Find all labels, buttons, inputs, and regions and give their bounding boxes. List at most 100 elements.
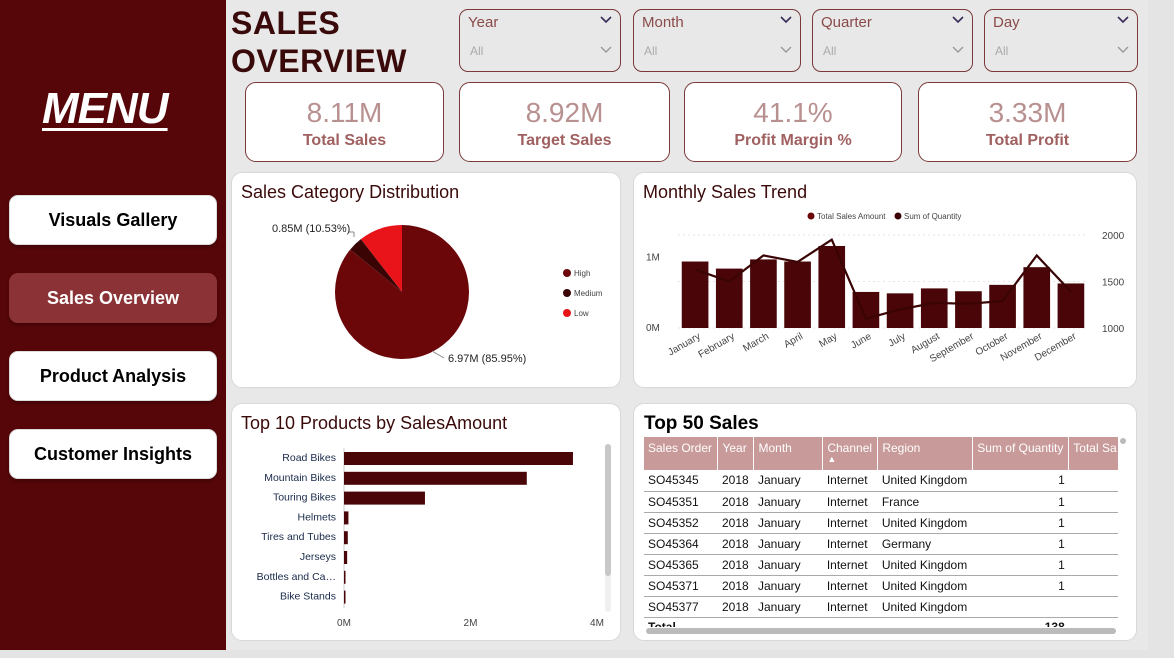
- y-tick-label: Helmets: [297, 511, 336, 523]
- y2-tick-label: 2000: [1102, 231, 1125, 242]
- table-cell: SO45377: [644, 596, 718, 618]
- table-cell: 1: [972, 575, 1069, 597]
- table-cell: January: [753, 470, 823, 492]
- table-cell: Internet: [822, 554, 878, 576]
- kpi-value: 41.1%: [753, 97, 833, 128]
- sales-overview-button[interactable]: Sales Overview: [9, 273, 217, 323]
- trend-bar: [886, 293, 914, 328]
- table-cell: January: [753, 575, 823, 597]
- table-cell: 1: [972, 533, 1069, 555]
- scroll-indicator[interactable]: [1120, 438, 1126, 444]
- quarter-slicer[interactable]: Quarter All: [812, 9, 973, 72]
- chevron-down-icon[interactable]: [1117, 44, 1129, 56]
- table-cell: Internet: [822, 596, 878, 618]
- table-cell: [1068, 596, 1118, 618]
- trend-bar: [989, 284, 1016, 328]
- table-cell: 2018: [717, 596, 754, 618]
- legend-label: Low: [574, 309, 589, 318]
- day-slicer[interactable]: Day All: [984, 9, 1138, 72]
- trend-bar: [818, 245, 846, 328]
- x-tick-label: July: [887, 331, 908, 349]
- year-slicer[interactable]: Year All: [459, 9, 621, 72]
- day-slicer-label: Day: [993, 14, 1020, 31]
- table-row[interactable]: SO45365 2018 January Internet United Kingdom…: [644, 554, 1118, 576]
- y2-tick-label: 1500: [1102, 278, 1125, 289]
- product-analysis-button[interactable]: Product Analysis: [9, 351, 217, 401]
- kpi-value: 3.33M: [988, 97, 1067, 128]
- sort-ascending-icon: ▲: [827, 454, 837, 464]
- y-tick-label: 1M: [646, 252, 660, 263]
- table-row[interactable]: SO45345 2018 January Internet United Kingdom…: [644, 470, 1118, 492]
- top-sales-table-panel: Top 50 Sales Sales Order Year Month Chan…: [633, 403, 1137, 641]
- table-cell: SO45352: [644, 512, 718, 534]
- table-cell: SO45351: [644, 491, 718, 513]
- table-cell: United Kingdom: [877, 554, 973, 576]
- page-title-line2: OVERVIEW: [231, 43, 407, 79]
- kpi-label: Profit Margin %: [734, 132, 852, 149]
- year-slicer-value: All: [470, 44, 484, 58]
- chevron-down-icon[interactable]: [952, 14, 964, 26]
- legend-marker: [894, 212, 902, 220]
- table-cell: January: [753, 596, 823, 618]
- trend-bar: [681, 261, 709, 328]
- column-header[interactable]: Sum of Quantity: [972, 437, 1070, 470]
- product-bar: [344, 531, 348, 545]
- chevron-down-icon[interactable]: [780, 44, 792, 56]
- table-cell: 1: [972, 491, 1069, 513]
- table-row[interactable]: SO45371 2018 January Internet United Kingdom…: [644, 575, 1118, 597]
- table-cell: Internet: [822, 575, 878, 597]
- column-header[interactable]: Region: [877, 437, 974, 470]
- table-row[interactable]: SO45351 2018 January Internet France 1: [644, 491, 1118, 513]
- product-bar: [344, 551, 348, 564]
- table-wrapper: Sales Order Year Month Channel ▲ Region S…: [644, 437, 1118, 627]
- month-slicer[interactable]: Month All: [633, 9, 801, 72]
- table-cell: 2018: [717, 512, 754, 534]
- table-header-row: Sales Order Year Month Channel ▲ Region S…: [644, 437, 1118, 470]
- legend-label: Medium: [574, 289, 603, 298]
- column-header[interactable]: Sales Order: [644, 437, 719, 470]
- table-cell: SO45371: [644, 575, 718, 597]
- table-cell: 1: [972, 554, 1069, 576]
- products-chart: Road Bikes Mountain Bikes Touring Bikes Hel…: [257, 444, 611, 629]
- horizontal-scrollbar[interactable]: [646, 628, 1116, 634]
- legend-marker: [563, 289, 571, 297]
- table-cell: 1: [972, 470, 1069, 492]
- kpi-label: Target Sales: [517, 132, 612, 149]
- sales-category-panel: Sales Category Distribution 0.85M (10.53…: [231, 172, 621, 388]
- x-tick-label: May: [817, 331, 839, 350]
- trend-bar: [955, 291, 982, 328]
- chevron-down-icon[interactable]: [952, 44, 964, 56]
- table-cell: [972, 596, 1069, 618]
- column-header[interactable]: Month: [753, 437, 824, 470]
- table-cell: [1068, 470, 1118, 492]
- x-tick-label: 0M: [337, 618, 351, 629]
- table-cell: [1069, 617, 1118, 627]
- table-cell: January: [753, 512, 823, 534]
- column-header[interactable]: Channel ▲: [822, 437, 879, 470]
- chevron-down-icon[interactable]: [600, 44, 612, 56]
- monthly-trend-panel: Monthly Sales Trend Total Sales Amount Su…: [633, 172, 1137, 388]
- table-cell: January: [753, 554, 823, 576]
- table-row[interactable]: SO45352 2018 January Internet United Kingdom…: [644, 512, 1118, 534]
- trend-bar: [920, 288, 948, 328]
- column-header[interactable]: Year: [717, 437, 755, 470]
- y-tick-label: Tires and Tubes: [261, 531, 336, 543]
- x-tick-label: 4M: [590, 618, 604, 629]
- table-row[interactable]: SO45364 2018 January Internet Germany 1: [644, 533, 1118, 555]
- x-tick-label: March: [741, 331, 771, 354]
- chevron-down-icon[interactable]: [1117, 14, 1129, 26]
- legend-label: High: [574, 269, 590, 278]
- table-row[interactable]: SO45377 2018 January Internet United Kingdom: [644, 596, 1118, 618]
- kpi-card-profit-margin: 41.1% Profit Margin %: [684, 82, 902, 162]
- column-header[interactable]: Total Sa: [1068, 437, 1118, 470]
- scrollbar-thumb[interactable]: [605, 444, 611, 576]
- kpi-value: 8.11M: [306, 97, 383, 128]
- chevron-down-icon[interactable]: [600, 14, 612, 26]
- table-title: Top 50 Sales: [644, 413, 759, 434]
- chevron-down-icon[interactable]: [780, 14, 792, 26]
- table-cell: 2018: [717, 491, 754, 513]
- customer-insights-button[interactable]: Customer Insights: [9, 429, 217, 479]
- visuals-gallery-button[interactable]: Visuals Gallery: [9, 195, 217, 245]
- table-cell: France: [877, 491, 973, 513]
- x-tick-label: June: [849, 331, 874, 352]
